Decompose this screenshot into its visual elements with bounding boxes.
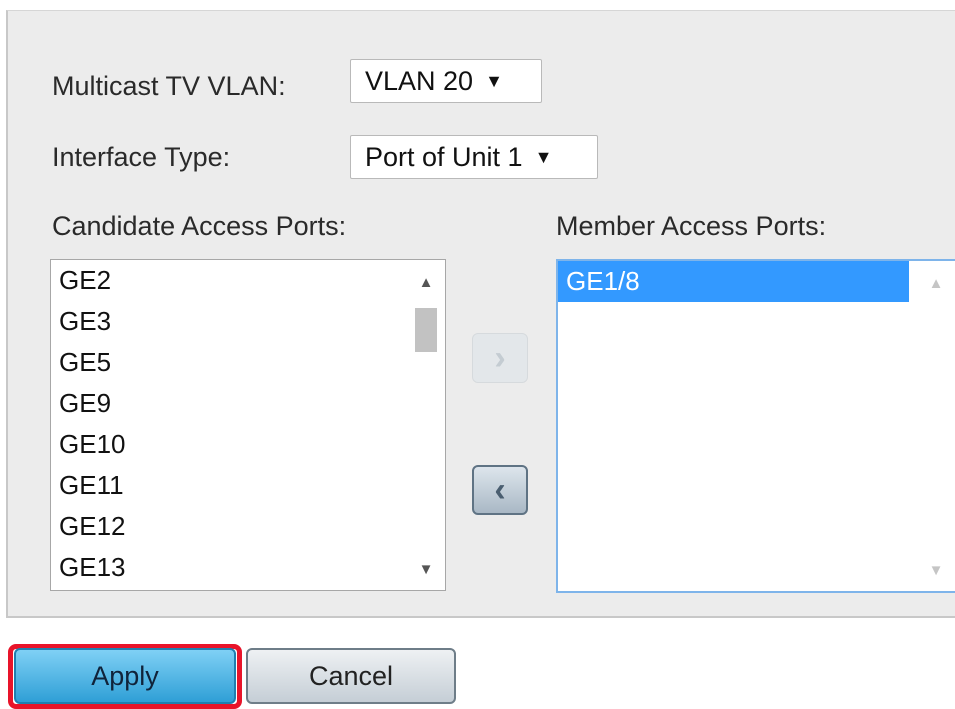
apply-button[interactable]: Apply (14, 648, 236, 704)
candidate-ports-list: GE2 GE3 GE5 GE9 GE10 GE11 GE12 GE13 (51, 260, 445, 588)
list-item[interactable]: GE10 (51, 424, 445, 465)
scroll-down-icon[interactable]: ▼ (407, 561, 445, 578)
member-ports-list: GE1/8 (558, 261, 909, 302)
list-item[interactable]: GE12 (51, 506, 445, 547)
list-item[interactable]: GE1/8 (558, 261, 909, 302)
list-item[interactable]: GE3 (51, 301, 445, 342)
scroll-up-icon[interactable]: ▲ (917, 275, 955, 292)
list-item[interactable]: GE2 (51, 260, 445, 301)
candidate-scrollbar[interactable]: ▲ ▼ (407, 260, 445, 590)
remove-from-member-button[interactable]: ‹ (472, 465, 528, 515)
list-item[interactable]: GE11 (51, 465, 445, 506)
member-access-ports-label: Member Access Ports: (556, 211, 827, 241)
list-item[interactable]: GE13 (51, 547, 445, 588)
vlan-settings-panel: Multicast TV VLAN: VLAN 20 ▼ Interface T… (6, 10, 955, 618)
candidate-access-ports-label: Candidate Access Ports: (52, 211, 347, 241)
member-scrollbar[interactable]: ▲ ▼ (917, 261, 955, 591)
list-item[interactable]: GE9 (51, 383, 445, 424)
member-ports-listbox[interactable]: GE1/8 ▲ ▼ (556, 259, 955, 593)
scroll-up-icon[interactable]: ▲ (407, 274, 445, 291)
scroll-down-icon[interactable]: ▼ (917, 562, 955, 579)
list-item[interactable]: GE5 (51, 342, 445, 383)
interface-type-label: Interface Type: (52, 142, 231, 172)
add-to-member-button[interactable]: › (472, 333, 528, 383)
multicast-tv-vlan-label: Multicast TV VLAN: (52, 71, 286, 101)
multicast-tv-vlan-select[interactable]: VLAN 20 ▼ (350, 59, 542, 103)
interface-select-value: Port of Unit 1 (365, 141, 523, 172)
triangle-down-icon: ▼ (534, 146, 553, 167)
vlan-select-value: VLAN 20 (365, 65, 474, 96)
cancel-button[interactable]: Cancel (246, 648, 456, 704)
triangle-down-icon: ▼ (485, 70, 503, 91)
candidate-ports-listbox[interactable]: GE2 GE3 GE5 GE9 GE10 GE11 GE12 GE13 ▲ ▼ (50, 259, 446, 591)
interface-type-select[interactable]: Port of Unit 1 ▼ (350, 135, 598, 179)
scroll-thumb[interactable] (415, 308, 437, 352)
